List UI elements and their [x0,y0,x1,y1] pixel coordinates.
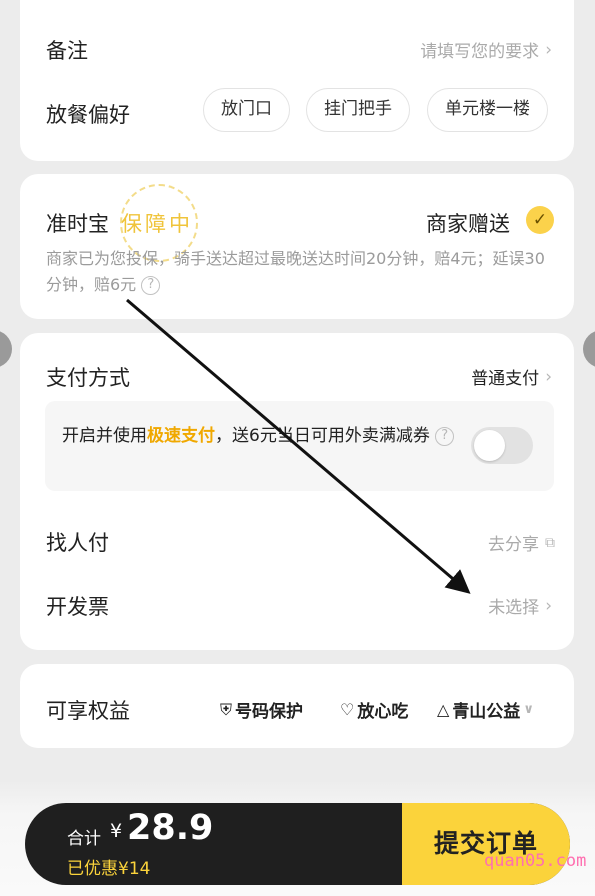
remarks-placeholder: 请填写您的要求 [420,42,540,62]
help-icon[interactable]: ? [435,426,455,446]
fast-pay-highlight: 极速支付 [147,426,215,446]
site-watermark: quan05.com [484,851,587,871]
fast-pay-text: 开启并使用极速支付，送6元当日可用外卖满减券 ? [62,423,467,449]
heart-icon: ♡ [340,700,355,719]
benefits-label: 可享权益 [46,699,130,723]
fast-pay-suffix: ，送6元当日可用外卖满减券 [215,426,430,446]
total-label: 合计 [67,829,101,849]
invoice-selector[interactable]: 未选择 › [488,593,552,619]
check-icon[interactable]: ✓ [526,206,554,234]
help-icon[interactable]: ? [141,276,161,295]
benefit-safe-eating[interactable]: ♡ 放心吃 [340,697,408,722]
benefit-green-charity[interactable]: △ 青山公益 ∨ [437,697,534,722]
benefit-number-protection[interactable]: ⛨ 号码保护 [220,697,304,723]
remarks-input[interactable]: 请填写您的要求 › [420,37,552,63]
find-payer-label: 找人付 [46,531,109,555]
payment-method-selector[interactable]: 普通支付 › [471,364,552,390]
find-payer-value: 去分享 [488,535,539,555]
submit-order-button[interactable]: 提交订单 [402,803,570,885]
shield-icon: ⛨ [220,699,233,719]
benefit-label: 青山公益 [452,702,521,722]
find-payer-share[interactable]: 去分享 ⧉ [488,530,555,556]
meal-preference-label: 放餐偏好 [46,103,130,127]
left-edge-tab [0,330,12,368]
toggle-knob [474,430,505,461]
benefit-label: 号码保护 [235,702,304,722]
total-amount: 28.9 [127,808,214,848]
payment-method-value: 普通支付 [471,369,540,389]
right-edge-tab [583,330,595,368]
mountain-icon: △ [437,700,450,719]
total-currency: ¥ [110,820,123,842]
remarks-label: 备注 [46,39,88,63]
invoice-label: 开发票 [46,595,109,619]
guarantee-description-text: 商家已为您投保，骑手送达超过最晚送达时间20分钟，赔4元；延误30分钟，赔6元 [46,249,545,294]
fast-pay-prefix: 开启并使用 [62,426,147,446]
preference-chip[interactable]: 放门口 [203,88,290,132]
benefit-label: 放心吃 [357,702,409,722]
preference-chip[interactable]: 单元楼一楼 [427,88,548,132]
discount-text: 已优惠¥14 [67,859,151,879]
chevron-down-icon: ∨ [523,702,534,717]
payment-method-label: 支付方式 [46,366,130,390]
invoice-value: 未选择 [488,598,540,618]
preference-chip[interactable]: 挂门把手 [306,88,410,132]
meal-preference-options: 放门口 挂门把手 单元楼一楼 [185,88,554,136]
share-icon: ⧉ [545,534,555,551]
guarantee-status: 商家赠送 [426,212,510,236]
guarantee-title: 准时宝 [46,212,109,236]
remarks-card [20,0,574,161]
chevron-right-icon: › [545,595,552,616]
guarantee-badge: 保障中 [121,212,193,236]
chevron-right-icon: › [545,366,552,387]
guarantee-description: 商家已为您投保，骑手送达超过最晚送达时间20分钟，赔4元；延误30分钟，赔6元 … [46,246,554,298]
fast-pay-toggle[interactable] [471,427,533,464]
chevron-right-icon: › [545,39,552,60]
